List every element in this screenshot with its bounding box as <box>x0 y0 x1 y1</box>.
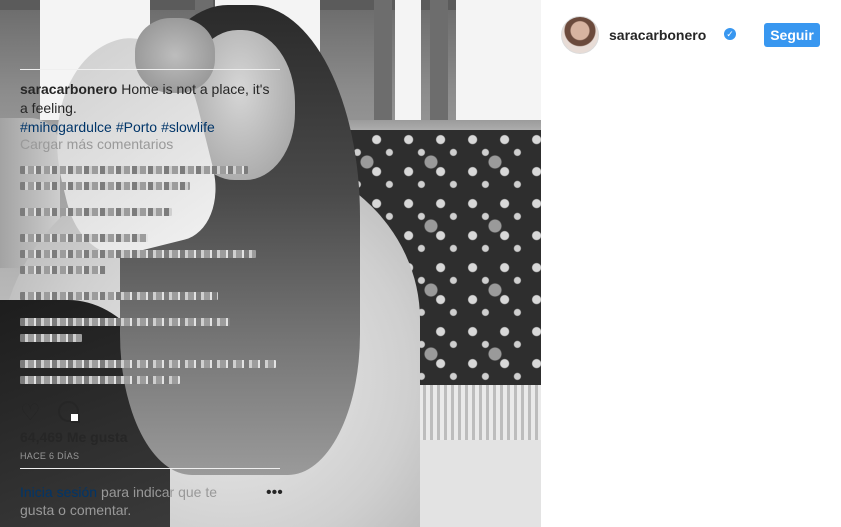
like-count-label: Me gusta <box>66 429 128 445</box>
hashtag-link[interactable]: #mihogardulce <box>20 119 112 135</box>
login-link[interactable]: Inicia sesión <box>20 484 97 500</box>
comment-blurred <box>20 208 172 216</box>
login-prompt: Inicia sesión para indicar que te gusta o… <box>20 483 255 519</box>
avatar[interactable] <box>561 16 599 54</box>
comment-blurred <box>20 250 256 258</box>
photo-blanket-fringe <box>405 385 541 445</box>
follow-button[interactable]: Seguir <box>764 23 820 47</box>
photo-window <box>395 0 421 140</box>
hashtag-list: #mihogardulce #Porto #slowlife <box>20 118 280 137</box>
caption-username[interactable]: saracarbonero <box>20 81 117 97</box>
comment-blurred <box>20 292 218 300</box>
footer-divider <box>20 468 280 469</box>
post-actions: ♡ <box>20 400 120 424</box>
header-divider <box>20 69 280 70</box>
more-options-icon[interactable]: ••• <box>266 484 283 502</box>
comment-blurred <box>20 234 148 242</box>
comment-blurred <box>20 376 180 384</box>
hashtag-link[interactable]: #slowlife <box>161 119 215 135</box>
post-header: saracarbonero ✓ Seguir <box>561 15 820 55</box>
load-more-comments-button[interactable]: Cargar más comentarios <box>20 136 173 152</box>
post-caption: saracarbonero Home is not a place, it's a… <box>20 80 280 137</box>
post-sidebar: saracarbonero ✓ Seguir <box>541 0 841 527</box>
comment-blurred <box>20 182 190 190</box>
comment-blurred <box>20 318 230 326</box>
verified-badge-icon: ✓ <box>724 28 736 40</box>
comment-blurred <box>20 166 248 174</box>
comment-bubble-icon[interactable] <box>58 401 80 423</box>
comment-blurred <box>20 266 106 274</box>
heart-icon[interactable]: ♡ <box>20 400 41 424</box>
photo-window <box>456 0 541 140</box>
like-count[interactable]: 64,469 Me gusta <box>20 429 128 445</box>
post-timestamp[interactable]: HACE 6 DÍAS <box>20 451 79 461</box>
comment-list <box>20 158 280 392</box>
comment-blurred <box>20 334 82 342</box>
header-username[interactable]: saracarbonero <box>609 27 706 43</box>
comment-blurred <box>20 360 276 368</box>
like-count-number: 64,469 <box>20 429 63 445</box>
hashtag-link[interactable]: #Porto <box>116 119 157 135</box>
